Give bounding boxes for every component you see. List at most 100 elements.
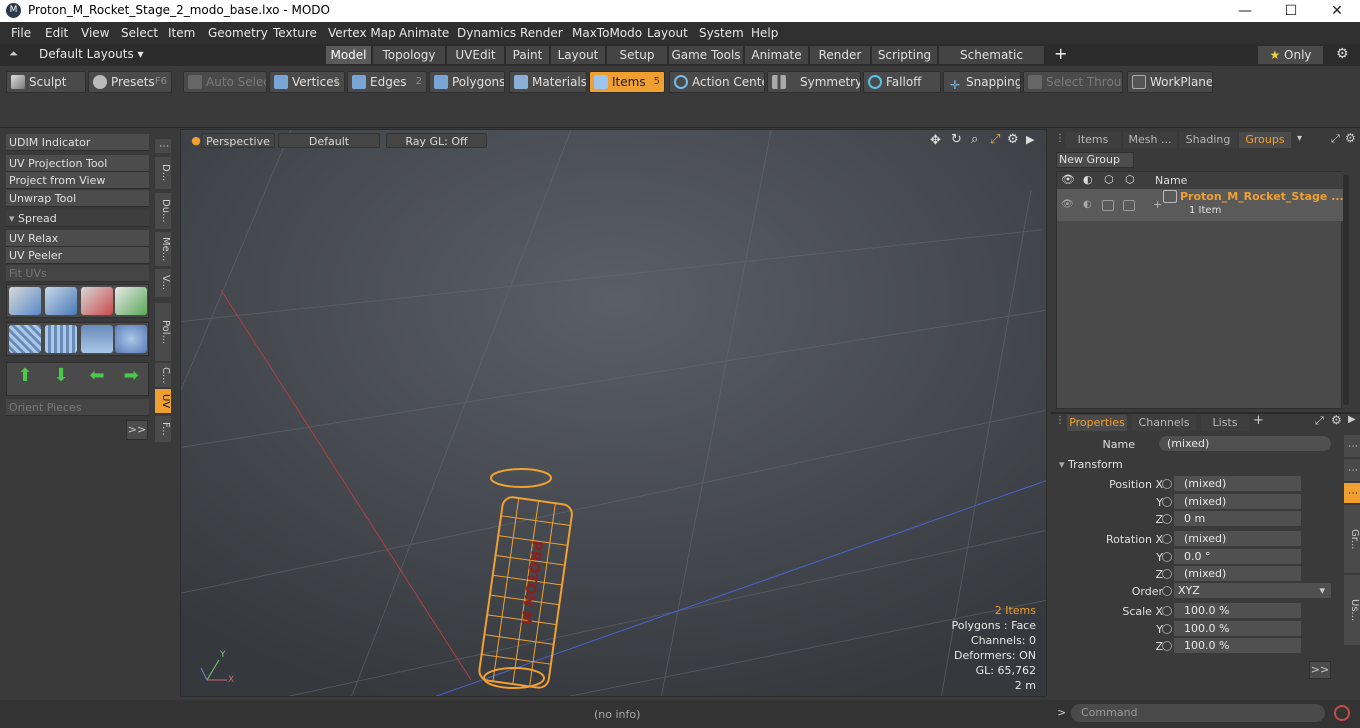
panel-dots-icon[interactable]: ⋮ <box>1055 133 1065 144</box>
uv-relax-button[interactable]: UV Relax <box>6 230 149 247</box>
name-input[interactable]: (mixed) <box>1159 436 1331 452</box>
record-icon[interactable] <box>1334 705 1350 721</box>
position-z-input[interactable]: 0 m <box>1174 511 1301 527</box>
snapping-button[interactable]: ✛ Snapping <box>943 71 1021 93</box>
properties-expand-icon[interactable]: ⤢ <box>1315 414 1324 428</box>
select-through-button[interactable]: Select Through <box>1023 71 1123 93</box>
row-render-icon[interactable]: ◐ <box>1083 199 1092 210</box>
gear-icon[interactable]: ⚙ <box>1336 46 1349 62</box>
uv-grid-icon[interactable] <box>45 325 77 353</box>
properties-dots-icon[interactable]: ⋮ <box>1055 415 1065 426</box>
close-button[interactable]: ✕ <box>1314 0 1360 22</box>
zoom-icon[interactable]: ⌕ <box>971 132 978 147</box>
position-y-input[interactable]: (mixed) <box>1174 494 1301 510</box>
tabs-dropdown-icon[interactable]: ▾ <box>1297 133 1302 144</box>
menu-texture[interactable]: Texture <box>273 26 317 40</box>
tab-groups[interactable]: Groups <box>1239 132 1291 148</box>
tab-shading[interactable]: Shading <box>1179 132 1237 148</box>
tab-channels[interactable]: Channels <box>1132 415 1196 431</box>
uv-pyramid-icon[interactable] <box>81 325 113 353</box>
scale-x-input[interactable]: 100.0 % <box>1174 603 1301 619</box>
select-icon[interactable]: ⬡ <box>1125 173 1135 186</box>
orient-pieces-button[interactable]: Orient Pieces <box>6 399 149 416</box>
order-anim-dot[interactable] <box>1162 586 1172 596</box>
sculpt-button[interactable]: Sculpt <box>6 71 86 93</box>
vtab-v[interactable]: V... <box>155 269 171 297</box>
menu-layout[interactable]: Layout <box>647 26 688 40</box>
tab-topology[interactable]: Topology <box>373 46 446 64</box>
falloff-button[interactable]: Falloff <box>863 71 941 93</box>
tab-setup[interactable]: Setup <box>607 46 668 64</box>
fit-icon[interactable]: ⤢ <box>990 132 1000 147</box>
polygons-button[interactable]: Polygons <box>429 71 505 93</box>
tab-uvedit[interactable]: UVEdit <box>447 46 505 64</box>
arrow-up-icon[interactable]: ⬆ <box>9 365 41 393</box>
properties-more-icon[interactable]: ▶ <box>1348 414 1356 425</box>
uv-planar-icon[interactable] <box>9 325 41 353</box>
tab-render[interactable]: Render <box>810 46 871 64</box>
side-tab-dots-1[interactable]: ⋮ <box>1344 435 1360 457</box>
items-button[interactable]: Items 5 <box>589 71 665 93</box>
tab-items[interactable]: Items <box>1065 132 1121 148</box>
spread-section[interactable]: ▾ Spread <box>6 210 149 227</box>
minimize-button[interactable]: — <box>1222 0 1268 22</box>
vtab-dots-1[interactable]: ⋮ <box>155 139 171 153</box>
transform-section[interactable]: ▾ Transform <box>1059 458 1123 471</box>
group-name[interactable]: Proton_M_Rocket_Stage ... <box>1180 190 1344 203</box>
tab-properties[interactable]: Properties <box>1067 415 1127 431</box>
expand-panel-icon[interactable]: ⤢ <box>1331 132 1340 146</box>
add-tab-button[interactable]: + <box>1054 44 1067 63</box>
vtab-pol[interactable]: Pol... <box>155 303 171 361</box>
properties-gear-icon[interactable]: ⚙ <box>1331 413 1342 427</box>
maximize-button[interactable]: ☐ <box>1268 0 1314 22</box>
unwrap-tool-button[interactable]: Unwrap Tool <box>6 190 149 207</box>
new-group-button[interactable]: New Group <box>1056 152 1134 168</box>
uv-scale-icon[interactable] <box>81 287 113 315</box>
uv-rotate-icon[interactable] <box>45 287 77 315</box>
menu-system[interactable]: System <box>699 26 744 40</box>
lock-icon[interactable]: ⬡ <box>1104 173 1114 186</box>
vtab-f[interactable]: F... <box>155 416 171 442</box>
command-input[interactable]: Command <box>1071 704 1325 722</box>
project-from-view-button[interactable]: Project from View <box>6 172 149 189</box>
expand-plus-icon[interactable]: + <box>1153 198 1162 211</box>
vtab-d[interactable]: D... <box>155 157 171 189</box>
rotation-x-input[interactable]: (mixed) <box>1174 531 1301 547</box>
tab-scripting[interactable]: Scripting <box>872 46 938 64</box>
uv-projection-tool-button[interactable]: UV Projection Tool <box>6 155 149 172</box>
menu-animate[interactable]: Animate <box>399 26 449 40</box>
row-lock-checkbox[interactable] <box>1102 200 1114 211</box>
order-dropdown[interactable]: XYZ ▾ <box>1174 583 1331 599</box>
materials-button[interactable]: Materials <box>509 71 587 93</box>
add-properties-tab-icon[interactable]: + <box>1253 413 1264 428</box>
menu-help[interactable]: Help <box>751 26 778 40</box>
scale-y-input[interactable]: 100.0 % <box>1174 621 1301 637</box>
arrow-right-icon[interactable]: ➡ <box>115 365 147 393</box>
menu-select[interactable]: Select <box>121 26 158 40</box>
panel-divider[interactable] <box>1051 412 1360 414</box>
rotation-y-input[interactable]: 0.0 ° <box>1174 549 1301 565</box>
uv-sphere-icon[interactable] <box>115 325 147 353</box>
tab-paint[interactable]: Paint <box>506 46 550 64</box>
tab-schematic-fusion[interactable]: Schematic Fusion <box>939 46 1045 80</box>
arrow-left-icon[interactable]: ⬅ <box>81 365 113 393</box>
tab-model[interactable]: Model <box>326 46 372 64</box>
scale-y-anim-dot[interactable] <box>1162 624 1172 634</box>
groups-scrollbar[interactable] <box>1343 175 1349 405</box>
udim-indicator-button[interactable]: UDIM Indicator <box>6 134 149 151</box>
tab-mesh[interactable]: Mesh ... <box>1123 132 1177 148</box>
shading-default-dropdown[interactable]: Default <box>278 133 380 148</box>
vtab-du[interactable]: Du... <box>155 193 171 229</box>
scale-x-anim-dot[interactable] <box>1162 606 1172 616</box>
vertices-button[interactable]: Vertices 1 <box>269 71 345 93</box>
only-toggle[interactable]: ★ Only <box>1258 46 1324 64</box>
fit-uvs-button[interactable]: Fit UVs <box>6 265 149 282</box>
menu-view[interactable]: View <box>81 26 109 40</box>
menu-geometry[interactable]: Geometry <box>208 26 268 40</box>
side-tab-dots-2[interactable]: ⋮ <box>1344 459 1360 481</box>
presets-button[interactable]: Presets F6 <box>88 71 172 93</box>
menu-item[interactable]: Item <box>168 26 195 40</box>
viewport-more-icon[interactable]: ▶ <box>1026 133 1034 146</box>
groups-gear-icon[interactable]: ⚙ <box>1345 131 1356 145</box>
uv-transform-icon[interactable] <box>115 287 147 315</box>
